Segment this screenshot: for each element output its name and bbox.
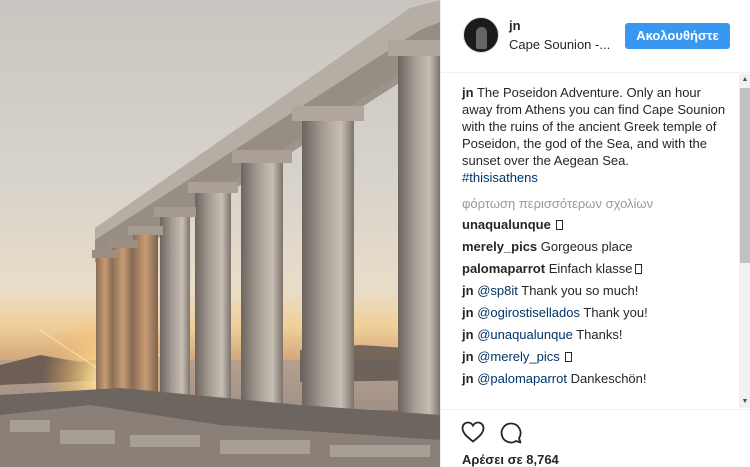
comment-username[interactable]: jn — [462, 327, 474, 342]
load-more-comments[interactable]: φόρτωση περισσότερων σχολίων — [462, 194, 731, 214]
emoji-placeholder-icon — [565, 352, 573, 362]
header-location[interactable]: Cape Sounion -... — [509, 37, 610, 52]
comment-row: unaqualunque — [462, 214, 731, 236]
post-photo[interactable] — [0, 0, 440, 467]
post-panel: jn Cape Sounion -... Ακολουθήστε jn The … — [440, 0, 750, 467]
emoji-placeholder-icon — [634, 264, 642, 274]
scroll-down-arrow-icon[interactable]: ▼ — [739, 396, 750, 408]
comment-mention[interactable]: @ogirostisellados — [477, 305, 580, 320]
comment-text: Dankeschön! — [570, 371, 647, 386]
comment-mention[interactable]: @sp8it — [477, 283, 518, 298]
comment-text: Einfach klasse — [548, 261, 633, 276]
comment-username[interactable]: jn — [462, 371, 474, 386]
likes-count[interactable]: Αρέσει σε 8,764 — [462, 452, 559, 467]
comment-list: unaqualunque merely_pics Gorgeous place p… — [462, 214, 731, 390]
comment-mention[interactable]: @merely_pics — [477, 349, 560, 364]
avatar-figure — [476, 27, 487, 49]
comment-icon[interactable] — [499, 421, 523, 445]
header-username[interactable]: jn — [509, 18, 521, 33]
emoji-placeholder-icon — [556, 220, 564, 230]
post-header: jn Cape Sounion -... Ακολουθήστε — [441, 0, 750, 73]
follow-button[interactable]: Ακολουθήστε — [625, 23, 730, 49]
comment-username[interactable]: merely_pics — [462, 239, 537, 254]
comment-text: Thank you so much! — [521, 283, 639, 298]
caption-text: The Poseidon Adventure. Only an hour awa… — [462, 85, 726, 168]
comment-row: jn @ogirostisellados Thank you! — [462, 302, 731, 324]
comment-username[interactable]: palomaparrot — [462, 261, 545, 276]
caption-hashtag[interactable]: #thisisathens — [462, 169, 731, 186]
caption-username[interactable]: jn — [462, 85, 474, 100]
caption: jn The Poseidon Adventure. Only an hour … — [462, 84, 731, 186]
temple-illustration — [0, 0, 440, 467]
comment-username[interactable]: jn — [462, 283, 474, 298]
comments-scrollbar[interactable]: ▲ ▼ — [739, 74, 750, 408]
comment-row: merely_pics Gorgeous place — [462, 236, 731, 258]
heart-icon[interactable] — [461, 421, 485, 443]
comment-row: jn @palomaparrot Dankeschön! — [462, 368, 731, 390]
avatar[interactable] — [463, 17, 499, 53]
comment-text: Gorgeous place — [540, 239, 633, 254]
comment-username[interactable]: jn — [462, 305, 474, 320]
comments-section: jn The Poseidon Adventure. Only an hour … — [441, 74, 741, 408]
comment-text: Thanks! — [576, 327, 623, 342]
comment-row: palomaparrot Einfach klasse — [462, 258, 731, 280]
comment-mention[interactable]: @palomaparrot — [477, 371, 567, 386]
post-actions: Αρέσει σε 8,764 — [441, 409, 750, 467]
comment-username[interactable]: unaqualunque — [462, 217, 551, 232]
comment-text: Thank you! — [583, 305, 648, 320]
comment-row: jn @unaqualunque Thanks! — [462, 324, 731, 346]
comment-mention[interactable]: @unaqualunque — [477, 327, 573, 342]
comment-row: jn @sp8it Thank you so much! — [462, 280, 731, 302]
scroll-thumb[interactable] — [740, 88, 750, 263]
comment-username[interactable]: jn — [462, 349, 474, 364]
comment-row: jn @merely_pics — [462, 346, 731, 368]
scroll-up-arrow-icon[interactable]: ▲ — [739, 74, 750, 86]
